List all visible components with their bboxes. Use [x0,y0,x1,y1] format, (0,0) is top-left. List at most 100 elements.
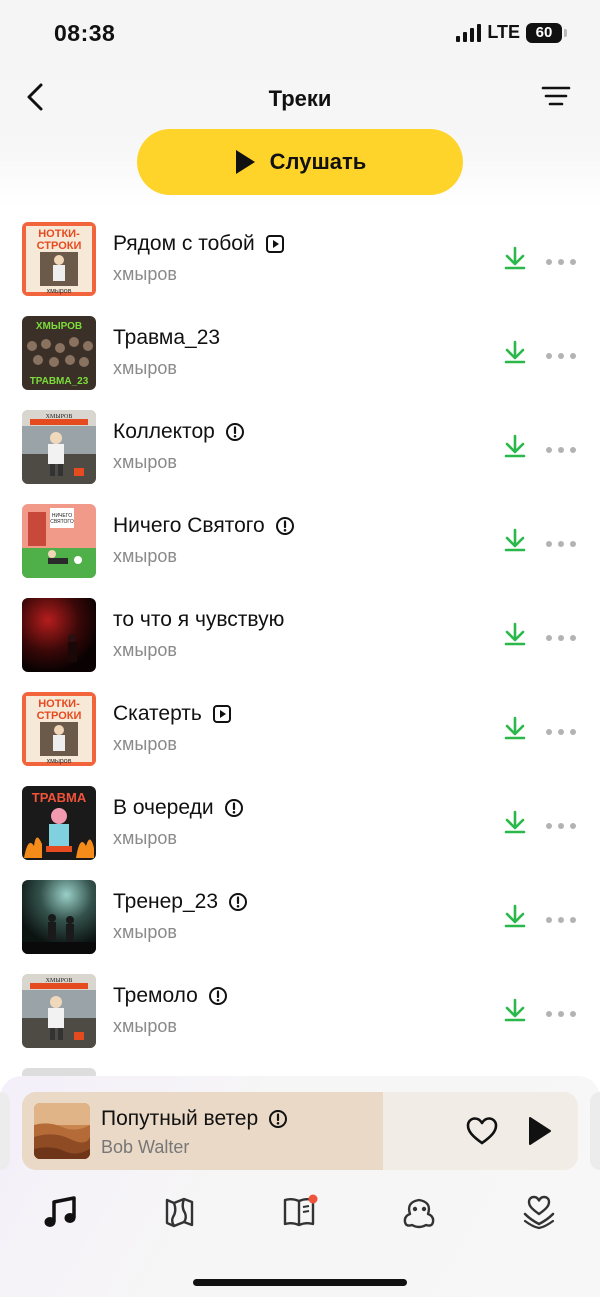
track-artist: хмыров [113,1016,177,1036]
track-cover [22,598,96,672]
track-artist: хмыров [113,734,177,754]
svg-text:СТРОКИ: СТРОКИ [37,240,82,252]
svg-text:СТРОКИ: СТРОКИ [37,710,82,722]
more-options-button[interactable] [545,254,577,265]
more-options-button[interactable] [545,442,577,453]
track-cover: ТРАВМА [22,786,96,860]
track-title: Травма_23 [113,326,220,350]
track-row[interactable]: ХМЫРОВ Тремоло хмыров [0,962,600,1056]
track-artist: хмыров [113,264,177,284]
svg-text:хмыров: хмыров [47,288,72,295]
more-icon [546,259,576,265]
track-title-text: Скатерть [113,702,202,725]
more-options-button[interactable] [545,818,577,829]
svg-text:НОТКИ-: НОТКИ- [38,698,80,710]
track-title: Рядом с тобой [113,232,285,256]
track-title: В очереди [113,796,244,820]
downloaded-icon [503,340,527,364]
next-player-peek[interactable] [590,1092,600,1170]
svg-text:ХМЫРОВ: ХМЫРОВ [36,321,82,332]
track-title: Тренер_23 [113,890,248,914]
play-icon [529,1117,551,1145]
track-row[interactable]: ХМЫРОВ ТРАВМА_23 Травма_23 хмыров [0,304,600,398]
track-row[interactable]: ХМЫРОВ Коллектор хмыров [0,398,600,492]
downloaded-icon [503,998,527,1022]
track-row[interactable]: ТРАВМА В очереди хмыров [0,774,600,868]
downloaded-icon [503,528,527,552]
track-row[interactable]: НИЧЕГО СВЯТОГО Ничего Святого хмыров [0,492,600,586]
book-icon [283,1194,318,1227]
track-title: Скатерть [113,702,232,726]
more-options-button[interactable] [545,724,577,735]
tab-kids[interactable] [399,1190,439,1234]
more-options-button[interactable] [545,536,577,547]
tab-map[interactable] [159,1190,199,1234]
track-row[interactable]: Тренер_23 хмыров [0,868,600,962]
downloaded-icon [503,434,527,458]
track-artist: хмыров [113,546,177,566]
track-title-text: то что я чувствую [113,608,285,631]
track-title-text: Травма_23 [113,326,221,349]
tab-favorites[interactable] [519,1190,559,1234]
track-title-text: Коллектор [113,420,215,443]
downloaded-icon [503,904,527,928]
track-title: Коллектор [113,420,245,444]
track-title: то что я чувствую [113,608,284,632]
track-row[interactable]: НОТКИ- СТРОКИ хмыров Скатерть хмыров [0,680,600,774]
more-icon [546,729,576,735]
more-options-button[interactable] [545,1006,577,1017]
explicit-icon [208,987,227,1005]
sort-icon [541,86,571,106]
track-title: Ничего Святого [113,514,295,538]
page-title: Треки [268,86,332,111]
track-artist: хмыров [113,358,177,378]
track-title-text: В очереди [113,796,214,819]
explicit-icon [229,893,247,911]
network-type: LTE [487,22,520,42]
svg-text:хмыров: хмыров [47,758,72,765]
mini-player-title-text: Попутный ветер [101,1107,259,1130]
svg-text:ТРАВМА_23: ТРАВМА_23 [30,376,89,387]
like-button[interactable] [466,1116,498,1146]
explicit-icon [224,799,243,817]
more-options-button[interactable] [545,348,577,359]
mini-player[interactable]: Попутный ветер Bob Walter [22,1092,578,1170]
track-row[interactable]: НОТКИ- СТРОКИ хмыров Рядом с тобой хмыров [0,210,600,304]
explicit-icon [275,517,294,535]
tab-books[interactable] [280,1190,320,1234]
video-icon [265,235,284,253]
more-icon [546,447,576,453]
mini-player-artist: Bob Walter [101,1137,190,1157]
play-icon [235,150,255,174]
track-cover: ХМЫРОВ [22,974,96,1048]
mini-play-button[interactable] [524,1114,554,1148]
status-bar: 08:38 LTE 60 [0,0,600,66]
battery-icon: 60 [526,22,567,43]
track-title-text: Тренер_23 [113,890,218,913]
track-title: Тремоло [113,984,228,1008]
prev-player-peek[interactable] [0,1092,10,1170]
signal-icon [456,23,482,42]
more-options-button[interactable] [545,912,577,923]
track-artist: хмыров [113,452,177,472]
downloaded-icon [503,622,527,646]
explicit-icon [269,1110,288,1128]
listen-label: Слушать [269,149,367,174]
heart-hand-icon [523,1195,555,1230]
tab-bar [0,1190,600,1240]
svg-text:СВЯТОГО: СВЯТОГО [50,519,74,525]
track-cover: НОТКИ- СТРОКИ хмыров [22,692,96,766]
svg-text:ТРАВМА: ТРАВМА [32,790,87,805]
more-options-button[interactable] [545,630,577,641]
track-title-text: Ничего Святого [113,514,265,537]
video-icon [212,705,231,723]
mini-player-title: Попутный ветер [101,1107,288,1131]
sort-button[interactable] [540,82,572,112]
track-row[interactable]: то что я чувствую хмыров [0,586,600,680]
tab-music[interactable] [40,1190,80,1234]
more-icon [546,917,576,923]
map-icon [165,1197,194,1228]
listen-button[interactable]: Слушать [137,129,463,195]
track-cover: ХМЫРОВ ТРАВМА_23 [22,316,96,390]
track-cover [22,880,96,954]
